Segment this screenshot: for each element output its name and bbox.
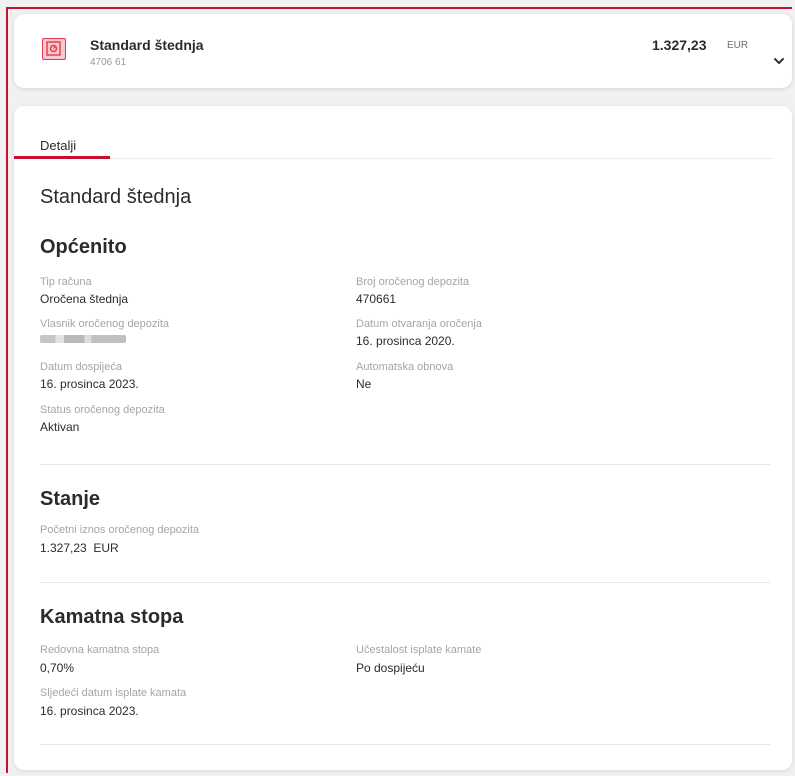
regular-rate-value: 0,70% — [40, 661, 75, 675]
section-divider — [40, 582, 770, 583]
page-title: Standard štednja — [40, 186, 192, 208]
regular-rate-label: Redovna kamatna stopa — [40, 644, 160, 656]
account-summary-card[interactable]: Standard štednja 4706 61 1.327,23 EUR — [14, 14, 792, 88]
chevron-down-icon[interactable] — [772, 54, 786, 64]
details-panel: Detalji Standard štednja Općenito Tip ra… — [14, 106, 792, 770]
opening-date-label: Datum otvaranja oročenja — [356, 318, 482, 330]
section-title-balance: Stanje — [40, 488, 101, 510]
tab-active-indicator — [14, 156, 110, 159]
account-number: 4706 61 — [90, 57, 127, 68]
section-divider — [40, 464, 770, 465]
safe-icon — [42, 38, 66, 60]
account-name: Standard štednja — [90, 37, 204, 53]
section-title-interest: Kamatna stopa — [40, 606, 184, 628]
auto-renewal-label: Automatska obnova — [356, 361, 454, 373]
account-balance: 1.327,23 — [652, 37, 707, 53]
section-title-general: Općenito — [40, 236, 127, 258]
next-payout-label: Sljedeći datum isplate kamata — [40, 687, 187, 699]
payout-frequency-label: Učestalost isplate kamate — [356, 644, 482, 656]
tab-details[interactable]: Detalji — [40, 138, 76, 153]
deposit-number-label: Broj oročenog depozita — [356, 276, 470, 288]
deposit-number-value: 470661 — [356, 292, 397, 306]
owner-label: Vlasnik oročenog depozita — [40, 318, 170, 330]
maturity-date-label: Datum dospijeća — [40, 361, 122, 373]
maturity-date-value: 16. prosinca 2023. — [40, 377, 139, 391]
opening-date-value: 16. prosinca 2020. — [356, 334, 455, 348]
payout-frequency-value: Po dospijeću — [356, 661, 425, 675]
auto-renewal-value: Ne — [356, 377, 372, 391]
status-label: Status oročenog depozita — [40, 404, 165, 416]
status-value: Aktivan — [40, 420, 80, 434]
initial-amount-label: Početni iznos oročenog depozita — [40, 524, 199, 536]
initial-amount-value: 1.327,23 EUR — [40, 541, 119, 555]
next-payout-value: 16. prosinca 2023. — [40, 704, 139, 718]
owner-value-redacted — [40, 335, 126, 343]
tab-divider — [110, 158, 774, 159]
account-currency: EUR — [727, 40, 749, 51]
section-divider — [40, 744, 770, 745]
account-type-label: Tip računa — [40, 276, 92, 288]
account-type-value: Oročena štednja — [40, 292, 129, 306]
